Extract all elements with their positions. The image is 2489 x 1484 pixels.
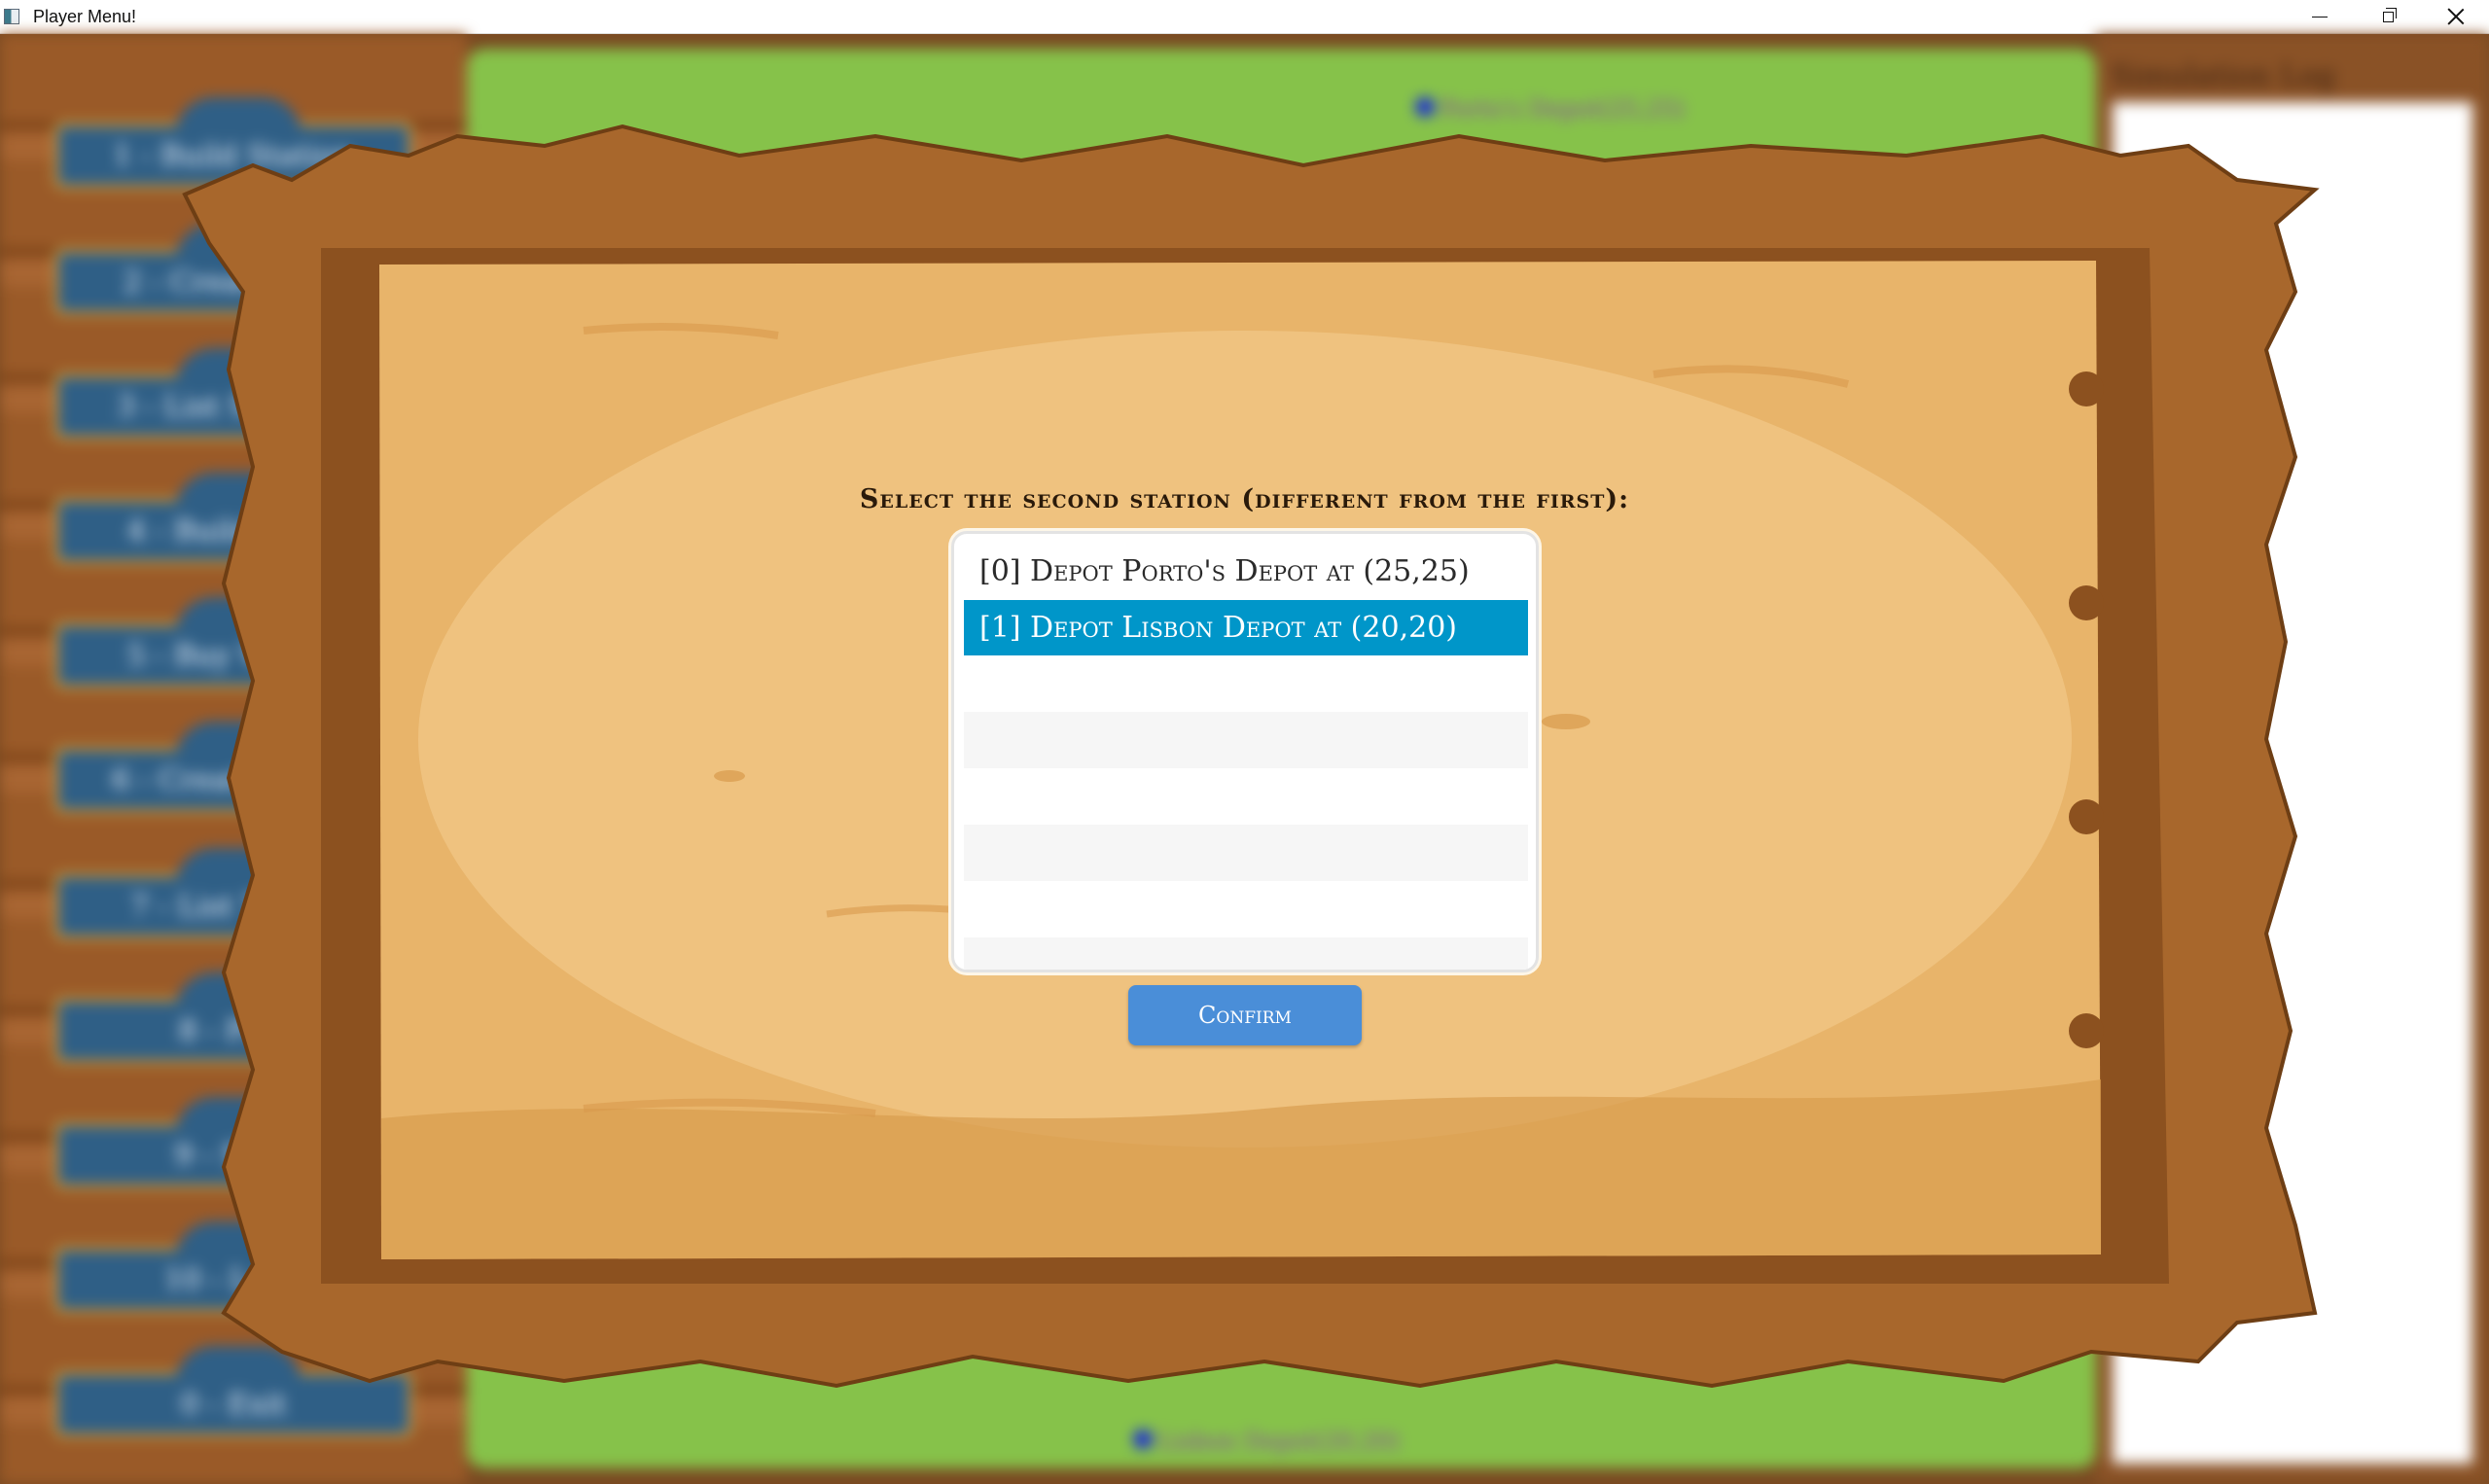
wood-knot [1542, 714, 1590, 729]
list-item-station-0[interactable]: [0] Depot Porto's Depot at (25,25) [964, 544, 1528, 600]
station-list-body: [0] Depot Porto's Depot at (25,25) [1] D… [964, 544, 1528, 970]
board-notch [2069, 1013, 2104, 1048]
wood-knot [714, 770, 745, 782]
board-notch [2069, 585, 2104, 620]
board-notch [2069, 799, 2104, 834]
list-item-empty [964, 768, 1528, 825]
station-list[interactable]: [0] Depot Porto's Depot at (25,25) [1] D… [951, 531, 1539, 972]
board-notch [2069, 371, 2104, 406]
list-item-empty [964, 881, 1528, 937]
confirm-button[interactable]: Confirm [1128, 985, 1362, 1045]
list-item-station-1[interactable]: [1] Depot Lisbon Depot at (20,20) [964, 600, 1528, 655]
list-item-empty [964, 712, 1528, 768]
list-item-empty [964, 825, 1528, 881]
dialog-prompt: Select the second station (different fro… [859, 484, 1630, 514]
list-item-empty [964, 655, 1528, 712]
list-item-empty [964, 937, 1528, 970]
